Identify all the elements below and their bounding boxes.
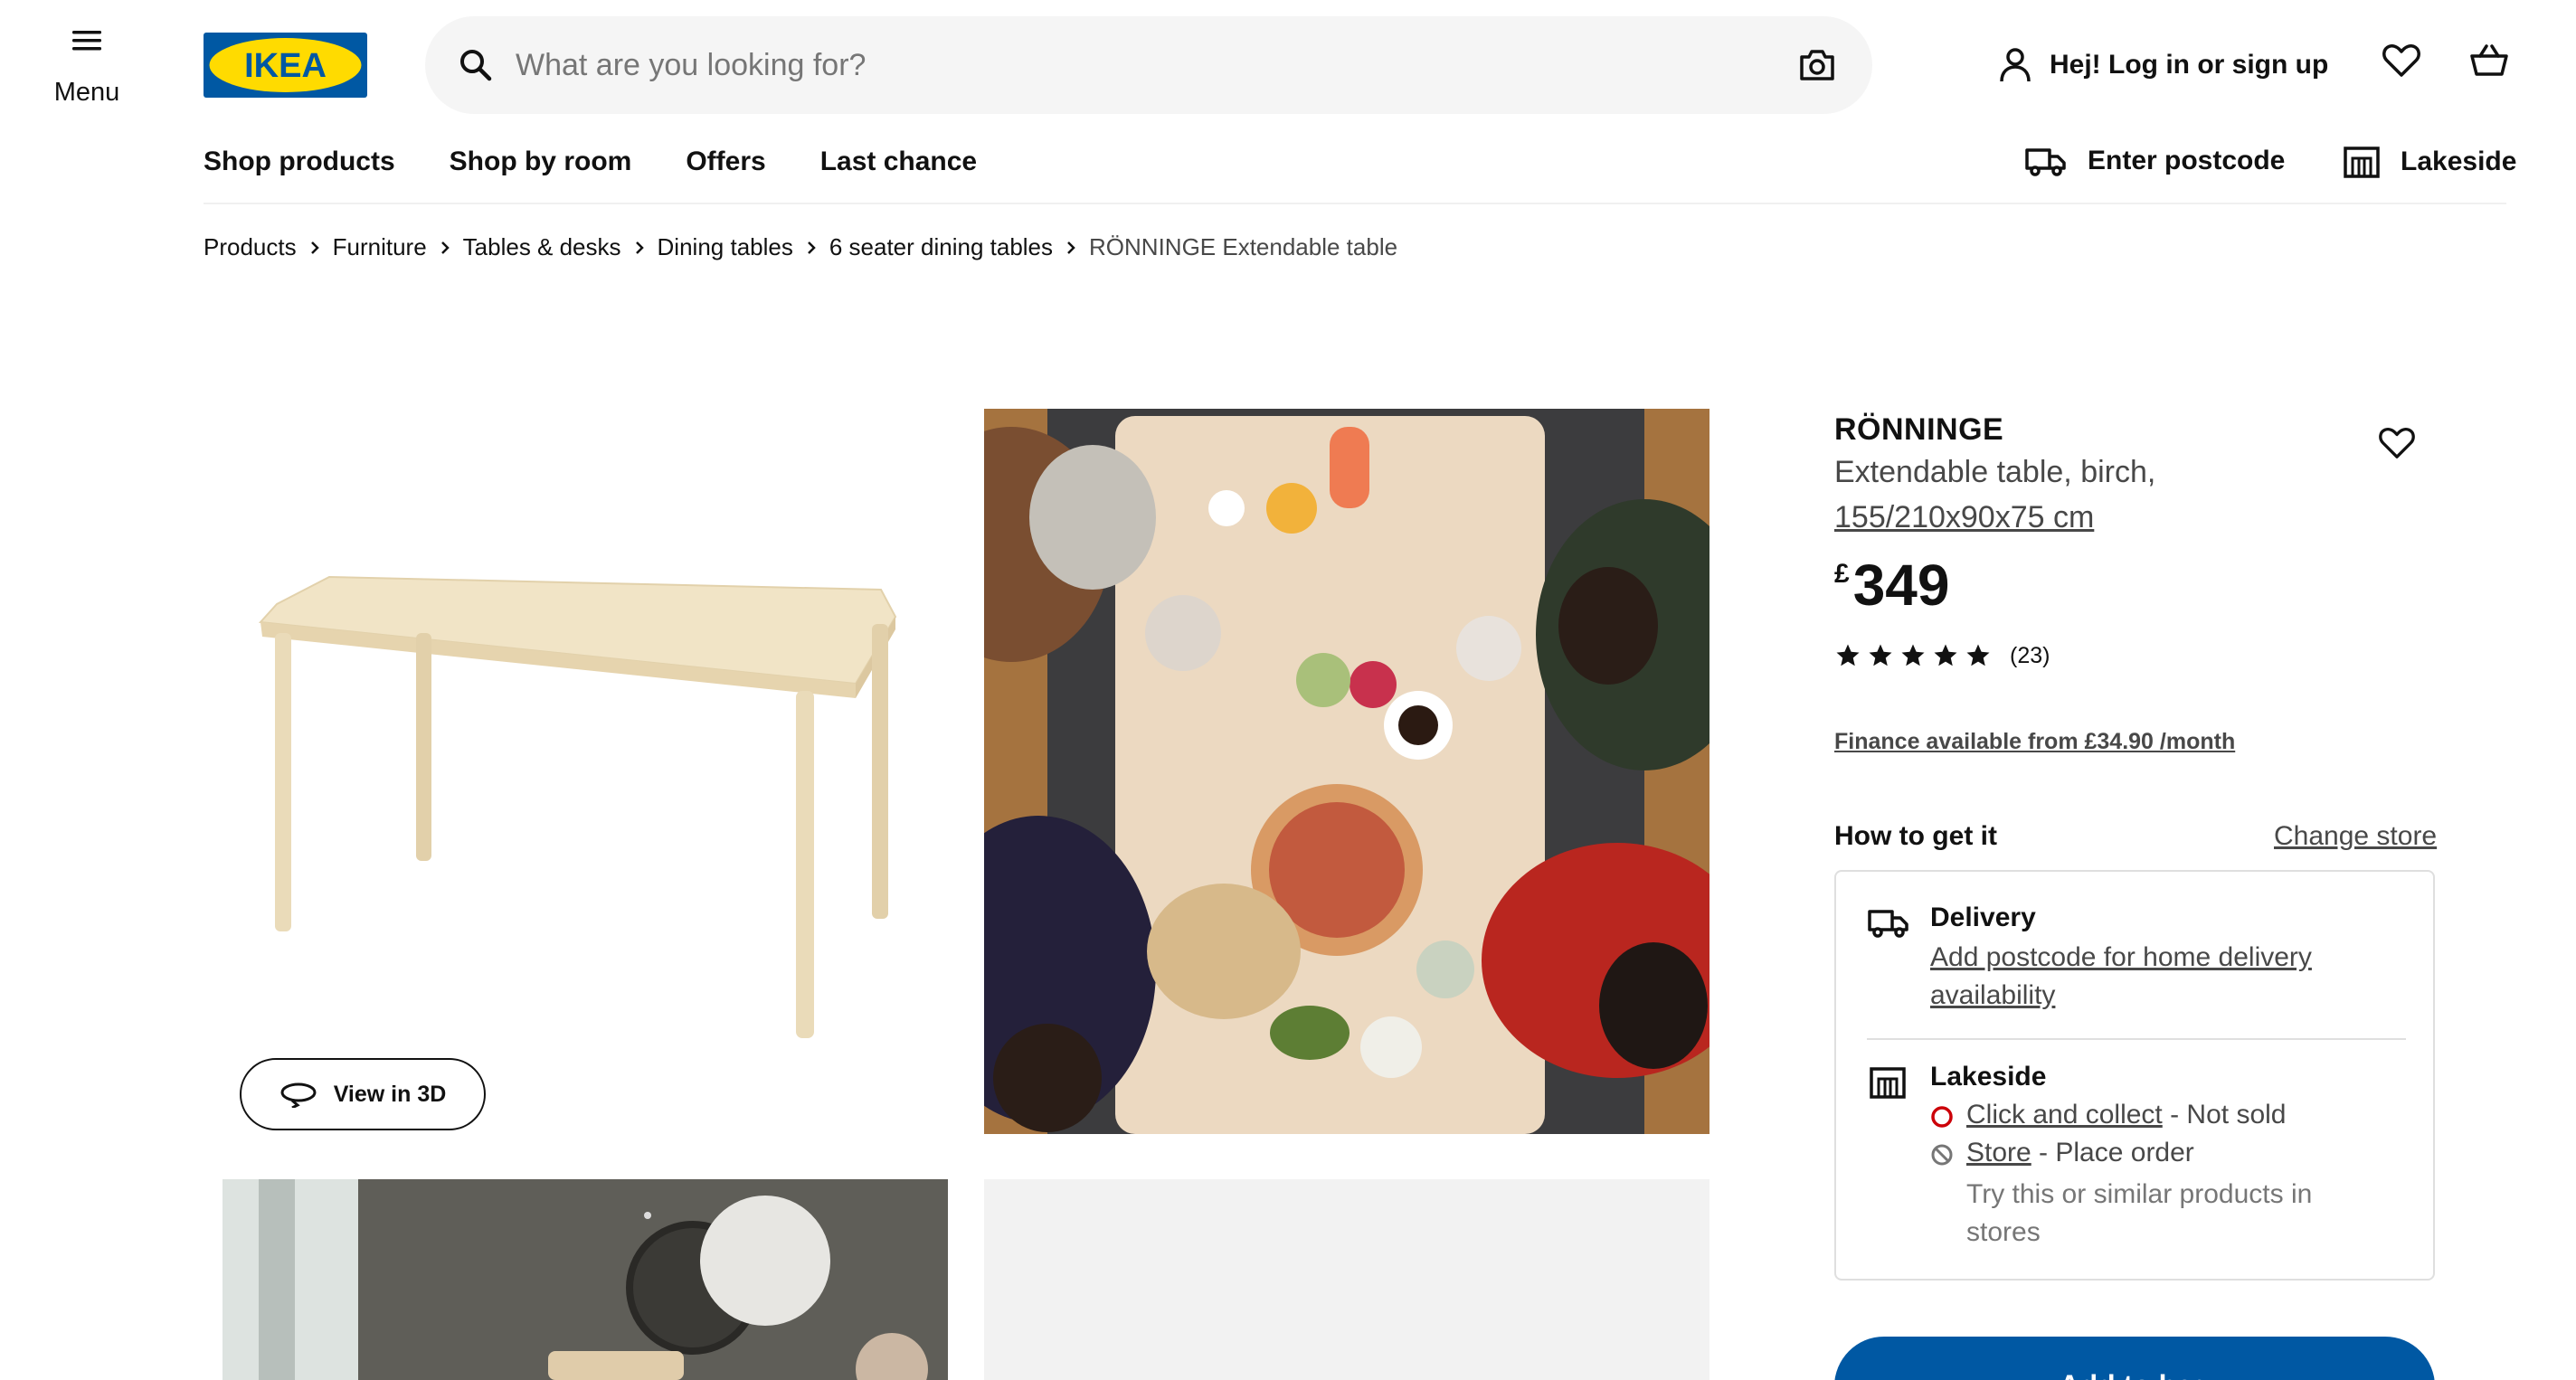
main-nav: Shop products Shop by room Offers Last c… (204, 147, 977, 177)
product-dimensions-link[interactable]: 155/210x90x75 cm (1834, 500, 2094, 535)
view-in-3d-button[interactable]: View in 3D (240, 1058, 486, 1130)
product-rating[interactable]: (23) (1834, 642, 2050, 669)
search-icon[interactable] (458, 47, 494, 83)
camera-icon[interactable] (1798, 47, 1836, 83)
star-icon (1934, 644, 1957, 666)
hamburger-icon (72, 31, 101, 51)
breadcrumb-6-seater[interactable]: 6 seater dining tables (829, 233, 1053, 261)
add-to-bag-label: Add to bag (2059, 1369, 2210, 1380)
price-value: 349 (1852, 553, 1950, 618)
product-image-table[interactable] (223, 409, 948, 1134)
rotate-3d-icon (280, 1082, 317, 1108)
how-to-get-it-heading: How to get it (1834, 821, 1997, 851)
product-image-placeholder[interactable] (984, 1179, 1709, 1380)
chevron-right-icon (634, 241, 645, 255)
product-price: £ 349 (1834, 552, 1949, 619)
nav-shop-products[interactable]: Shop products (204, 147, 395, 177)
logo-text: IKEA (244, 47, 327, 85)
nav-shop-by-room[interactable]: Shop by room (450, 147, 632, 177)
store-label: Lakeside (2401, 147, 2517, 176)
store-availability-state: - Place order (2031, 1138, 2194, 1167)
chevron-right-icon (309, 241, 320, 255)
chevron-right-icon (1065, 241, 1076, 255)
user-icon (2000, 48, 2031, 82)
store-icon (2344, 147, 2380, 178)
price-currency: £ (1834, 559, 1850, 589)
login-link[interactable]: Hej! Log in or sign up (1999, 40, 2328, 90)
star-icon (1901, 644, 1925, 666)
click-and-collect-link[interactable]: Click and collect (1966, 1100, 2163, 1130)
finance-link[interactable]: Finance available from £34.90 /month (1834, 729, 2235, 755)
product-description: Extendable table, birch, (1834, 455, 2156, 489)
add-to-bag-button[interactable]: Add to bag (1834, 1337, 2435, 1380)
nav-offers[interactable]: Offers (686, 147, 765, 177)
store-status: Store - Place order (1966, 1138, 2194, 1168)
availability-box: Delivery Add postcode for home delivery … (1834, 870, 2435, 1281)
breadcrumb: Products Furniture Tables & desks Dining… (204, 233, 1397, 261)
similar-products-note: Try this or similar products in stores (1966, 1179, 2313, 1247)
click-and-collect-status: Click and collect - Not sold (1966, 1100, 2286, 1130)
login-label: Hej! Log in or sign up (2050, 50, 2329, 80)
breadcrumb-current: RÖNNINGE Extendable table (1089, 233, 1398, 260)
view-in-3d-label: View in 3D (333, 1081, 447, 1107)
unavailable-icon (1931, 1144, 1953, 1166)
breadcrumb-products[interactable]: Products (204, 233, 297, 261)
store-title: Lakeside (1930, 1062, 2047, 1092)
chevron-right-icon (806, 241, 817, 255)
heart-icon[interactable] (2382, 43, 2420, 78)
delivery-truck-icon (2025, 148, 2066, 176)
star-icon (1836, 644, 1860, 666)
breadcrumb-tables-desks[interactable]: Tables & desks (463, 233, 621, 261)
postcode-label: Enter postcode (2088, 146, 2286, 175)
not-sold-status-icon (1931, 1106, 1953, 1128)
rating-count: (23) (2010, 642, 2050, 668)
delivery-title: Delivery (1930, 903, 2036, 932)
product-name: RÖNNINGE (1834, 412, 2004, 447)
menu-button[interactable]: Menu (40, 27, 134, 127)
availability-divider (1867, 1038, 2406, 1040)
ikea-logo[interactable]: IKEA (204, 33, 367, 98)
breadcrumb-dining-tables[interactable]: Dining tables (658, 233, 793, 261)
store-icon (1870, 1067, 1906, 1099)
star-icon (1966, 644, 1990, 666)
delivery-truck-icon (1868, 910, 1908, 938)
search-bar (425, 16, 1872, 114)
add-postcode-link[interactable]: Add postcode for home delivery availabil… (1930, 939, 2355, 1015)
store-availability-link[interactable]: Store (1966, 1138, 2031, 1167)
search-input[interactable] (516, 38, 1728, 92)
nav-last-chance[interactable]: Last chance (820, 147, 977, 177)
chevron-right-icon (440, 241, 450, 255)
heart-icon[interactable] (2379, 427, 2415, 459)
shopping-bag-icon[interactable] (2469, 43, 2509, 78)
change-store-link[interactable]: Change store (2274, 821, 2437, 852)
product-image-room[interactable] (223, 1179, 948, 1380)
star-icon (1869, 644, 1892, 666)
breadcrumb-furniture[interactable]: Furniture (333, 233, 427, 261)
menu-label: Menu (53, 78, 120, 107)
nav-divider (204, 203, 2506, 204)
store-selector[interactable]: Lakeside (2343, 145, 2516, 179)
enter-postcode-link[interactable]: Enter postcode (2024, 145, 2285, 177)
click-and-collect-state: - Not sold (2162, 1100, 2287, 1130)
product-image-lifestyle[interactable] (984, 409, 1709, 1134)
